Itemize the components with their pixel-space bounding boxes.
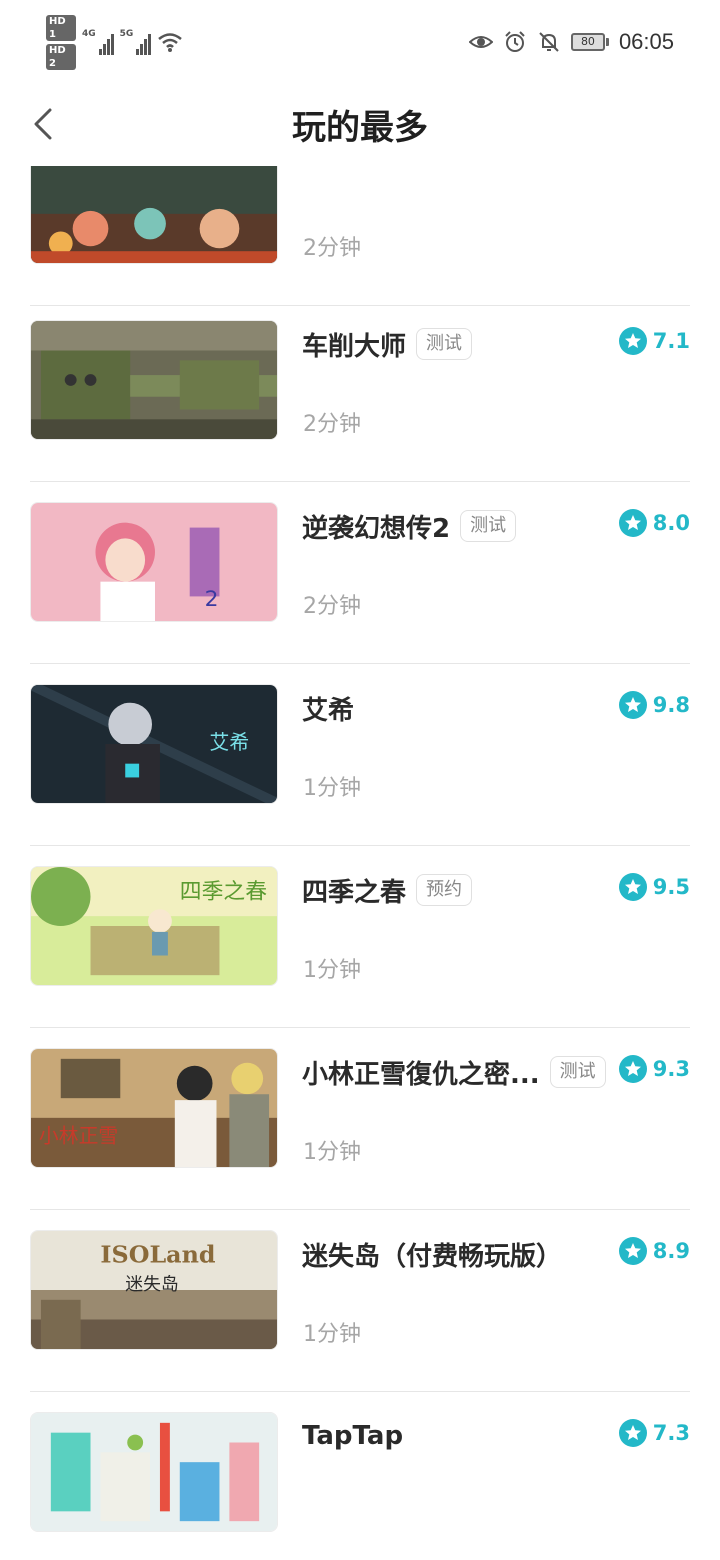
- game-title[interactable]: 艾希: [302, 690, 354, 727]
- play-duration: 1分钟: [303, 776, 361, 801]
- star-icon: [618, 1055, 647, 1083]
- game-title[interactable]: 逆袭幻想传2: [302, 508, 450, 545]
- battery-level: 80: [570, 33, 605, 51]
- game-list: 2分钟 车削大师 测试 7.1 2分钟 2 逆袭幻想传2 测试 8.0 2分钟 …: [0, 166, 720, 1560]
- star-icon: [618, 873, 647, 901]
- rating: 7.3: [618, 1419, 690, 1447]
- game-title[interactable]: 车削大师: [302, 326, 406, 363]
- star-icon: [618, 327, 647, 355]
- hd1-badge: HD 1: [46, 14, 76, 41]
- game-title-row: 迷失岛（付费畅玩版）: [302, 1236, 610, 1272]
- game-title-row: 小林正雪復仇之密... 测试: [302, 1054, 610, 1090]
- rating-score: 9.3: [652, 1057, 690, 1081]
- network-label-5g: 5G: [119, 29, 134, 39]
- svg-text:小林正雪: 小林正雪: [39, 1124, 118, 1147]
- signal-5g-icon: 5G: [120, 29, 152, 55]
- game-thumbnail-lathe[interactable]: [30, 320, 278, 440]
- game-title-row: 逆袭幻想传2 测试: [302, 508, 610, 544]
- status-tag: 预约: [416, 874, 473, 906]
- game-title-row: 车削大师 测试: [302, 326, 610, 362]
- play-duration: 2分钟: [303, 412, 361, 437]
- game-thumbnail-kobayashi[interactable]: 小林正雪: [30, 1048, 278, 1168]
- list-item[interactable]: 车削大师 测试 7.1 2分钟: [0, 300, 720, 482]
- svg-text:ISOLand: ISOLand: [100, 1241, 215, 1269]
- rating-score: 7.3: [652, 1421, 690, 1445]
- star-icon: [618, 1237, 647, 1265]
- status-tag: 测试: [416, 328, 473, 360]
- status-bar: HD 1 HD 2 4G 5G 80 06:05: [0, 0, 720, 82]
- hd-indicators: HD 1 HD 2: [46, 14, 76, 70]
- play-duration: 1分钟: [303, 958, 361, 983]
- game-title[interactable]: 四季之春: [302, 872, 406, 909]
- eye-icon: [468, 36, 493, 48]
- play-duration: 1分钟: [303, 1322, 361, 1347]
- game-thumbnail-anime-pink[interactable]: 2: [30, 502, 278, 622]
- rating: 9.8: [618, 691, 690, 719]
- status-bar-left: HD 1 HD 2 4G 5G: [46, 14, 183, 70]
- rating: 8.9: [618, 1237, 690, 1265]
- mute-bell-icon: [539, 32, 559, 52]
- status-bar-right: 80 06:05: [468, 26, 674, 58]
- rating: 7.1: [618, 327, 690, 355]
- play-duration: 1分钟: [303, 1140, 361, 1165]
- rating: 9.5: [618, 873, 690, 901]
- star-icon: [618, 1419, 647, 1447]
- play-duration: 2分钟: [303, 236, 361, 261]
- status-tag: 测试: [549, 1056, 606, 1088]
- network-label-4g: 4G: [82, 29, 96, 39]
- svg-text:艾希: 艾希: [210, 731, 250, 754]
- game-title-row: 艾希: [302, 690, 610, 726]
- rating: 9.3: [618, 1055, 690, 1083]
- battery-icon: 80: [570, 33, 609, 51]
- game-thumbnail-party[interactable]: [30, 166, 278, 264]
- list-item[interactable]: 小林正雪 小林正雪復仇之密... 测试 9.3 1分钟: [0, 1028, 720, 1210]
- rating-score: 9.8: [652, 693, 690, 717]
- page-title: 玩的最多: [292, 108, 428, 148]
- game-title[interactable]: TapTap: [302, 1421, 403, 1451]
- game-title[interactable]: 迷失岛（付费畅玩版）: [302, 1236, 562, 1273]
- list-item[interactable]: 2 逆袭幻想传2 测试 8.0 2分钟: [0, 482, 720, 664]
- rating-score: 9.5: [652, 875, 690, 899]
- star-icon: [618, 691, 647, 719]
- list-item[interactable]: TapTap 7.3: [0, 1392, 720, 1560]
- page-header: 玩的最多: [0, 82, 720, 166]
- svg-text:四季之春: 四季之春: [180, 880, 267, 905]
- status-tag: 测试: [460, 510, 517, 542]
- game-title[interactable]: 小林正雪復仇之密...: [302, 1054, 540, 1091]
- rating-score: 8.0: [652, 511, 690, 535]
- alarm-icon: [505, 31, 525, 52]
- rating-score: 7.1: [652, 329, 690, 353]
- play-duration: 2分钟: [303, 594, 361, 619]
- game-title-row: TapTap: [302, 1418, 610, 1454]
- rating-score: 8.9: [652, 1239, 690, 1263]
- svg-text:2: 2: [205, 587, 219, 612]
- wifi-icon: [158, 33, 183, 52]
- game-title-row: 四季之春 预约: [302, 872, 610, 908]
- star-icon: [618, 509, 647, 537]
- list-item[interactable]: 艾希 艾希 9.8 1分钟: [0, 664, 720, 846]
- svg-text:迷失岛: 迷失岛: [125, 1274, 179, 1295]
- hd2-badge: HD 2: [46, 43, 76, 70]
- game-thumbnail-isoland[interactable]: ISOLand 迷失岛: [30, 1230, 278, 1350]
- game-thumbnail-spring[interactable]: 四季之春: [30, 866, 278, 986]
- list-item[interactable]: ISOLand 迷失岛 迷失岛（付费畅玩版） 8.9 1分钟: [0, 1210, 720, 1392]
- signal-4g-icon: 4G: [82, 29, 114, 55]
- game-thumbnail-icey[interactable]: 艾希: [30, 684, 278, 804]
- clock: 06:05: [618, 29, 674, 54]
- list-item[interactable]: 四季之春 四季之春 预约 9.5 1分钟: [0, 846, 720, 1028]
- list-item[interactable]: 2分钟: [0, 166, 720, 306]
- game-thumbnail-city[interactable]: [30, 1412, 278, 1532]
- rating: 8.0: [618, 509, 690, 537]
